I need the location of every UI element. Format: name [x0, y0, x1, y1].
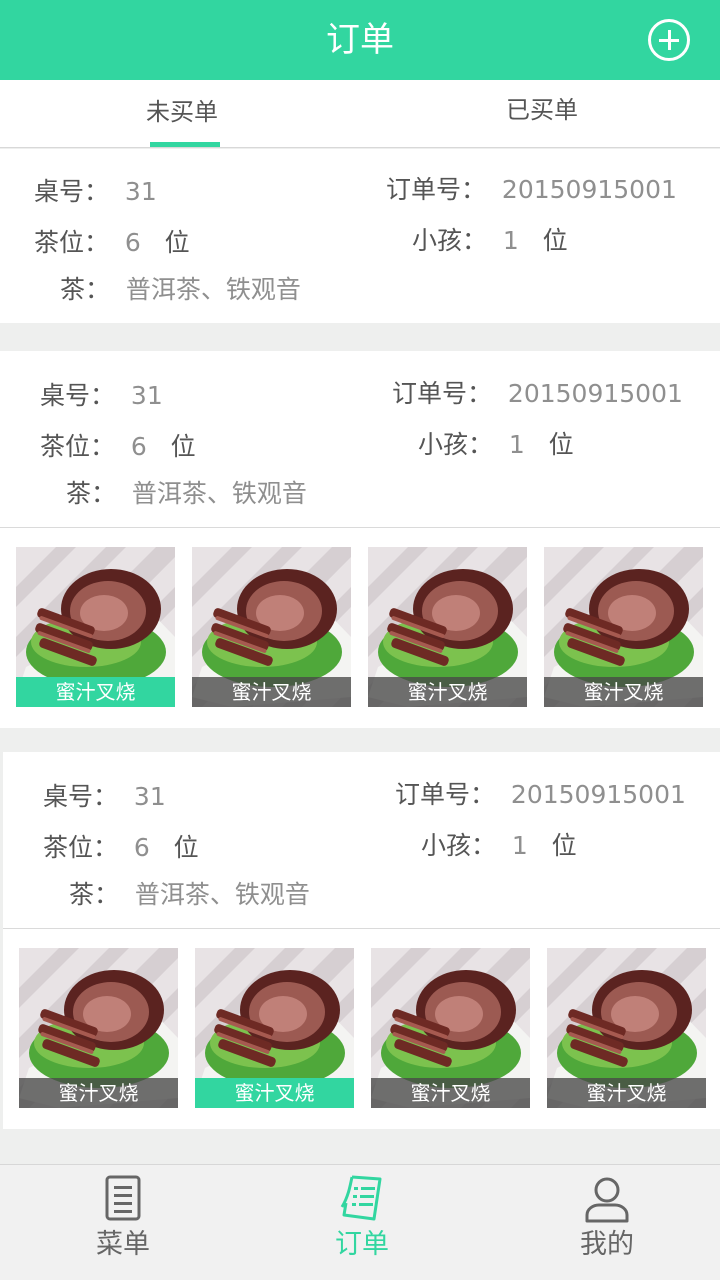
- order-card[interactable]: 桌号： 31 订单号： 20150915001 茶位： 6 位 小孩： 1 位 …: [3, 752, 720, 1129]
- page-title: 订单: [326, 20, 394, 60]
- card-divider: [3, 928, 720, 929]
- tea-types: 茶： 普洱茶、铁观音: [69, 880, 310, 909]
- children-count: 小孩： 1 位: [418, 430, 574, 459]
- dish-name: 蜜汁叉烧: [192, 677, 351, 707]
- dish-item[interactable]: 蜜汁叉烧: [19, 948, 178, 1108]
- tab-paid[interactable]: 已买单: [506, 93, 578, 127]
- tab-indicator: [150, 142, 220, 147]
- add-order-icon[interactable]: [648, 19, 690, 61]
- tea-seats: 茶位： 6 位: [43, 833, 199, 862]
- dish-item[interactable]: 蜜汁叉烧: [544, 547, 703, 707]
- app-header: 订单: [0, 0, 720, 80]
- table-number: 桌号： 31: [40, 381, 163, 410]
- tea-seats: 茶位： 6 位: [34, 228, 190, 257]
- user-profile-icon: [585, 1177, 629, 1223]
- order-card[interactable]: 桌号： 31 订单号： 20150915001 茶位： 6 位 小孩： 1 位 …: [0, 149, 720, 323]
- dish-name: 蜜汁叉烧: [195, 1078, 354, 1108]
- order-number: 订单号： 20150915001: [386, 175, 677, 204]
- dish-item[interactable]: 蜜汁叉烧: [195, 948, 354, 1108]
- dish-item[interactable]: 蜜汁叉烧: [192, 547, 351, 707]
- table-number: 桌号： 31: [34, 177, 157, 206]
- card-divider: [0, 527, 720, 528]
- menu-list-icon: [105, 1175, 141, 1221]
- nav-mine[interactable]: 我的: [527, 1165, 687, 1280]
- order-number: 订单号： 20150915001: [392, 379, 683, 408]
- table-number: 桌号： 31: [43, 782, 166, 811]
- order-receipt-icon: [340, 1175, 382, 1221]
- order-card[interactable]: 桌号： 31 订单号： 20150915001 茶位： 6 位 小孩： 1 位 …: [0, 351, 720, 728]
- order-number: 订单号： 20150915001: [395, 780, 686, 809]
- tea-types: 茶： 普洱茶、铁观音: [60, 275, 301, 304]
- dish-item[interactable]: 蜜汁叉烧: [16, 547, 175, 707]
- nav-mine-label: 我的: [580, 1229, 634, 1260]
- dish-item[interactable]: 蜜汁叉烧: [547, 948, 706, 1108]
- dish-name: 蜜汁叉烧: [19, 1078, 178, 1108]
- dish-item[interactable]: 蜜汁叉烧: [368, 547, 527, 707]
- children-count: 小孩： 1 位: [421, 831, 577, 860]
- order-tabs: 未买单 已买单: [0, 80, 720, 148]
- dish-name: 蜜汁叉烧: [368, 677, 527, 707]
- dish-name: 蜜汁叉烧: [371, 1078, 530, 1108]
- dish-name: 蜜汁叉烧: [547, 1078, 706, 1108]
- nav-menu[interactable]: 菜单: [43, 1165, 203, 1280]
- dish-item[interactable]: 蜜汁叉烧: [371, 948, 530, 1108]
- dish-name: 蜜汁叉烧: [16, 677, 175, 707]
- tab-unpaid[interactable]: 未买单: [146, 95, 218, 129]
- dish-name: 蜜汁叉烧: [544, 677, 703, 707]
- tea-types: 茶： 普洱茶、铁观音: [66, 479, 307, 508]
- nav-order-label: 订单: [335, 1229, 389, 1260]
- children-count: 小孩： 1 位: [412, 226, 568, 255]
- tea-seats: 茶位： 6 位: [40, 432, 196, 461]
- bottom-tabbar: 菜单 订单 我的: [0, 1164, 720, 1280]
- nav-order[interactable]: 订单: [282, 1165, 442, 1280]
- nav-menu-label: 菜单: [96, 1229, 150, 1260]
